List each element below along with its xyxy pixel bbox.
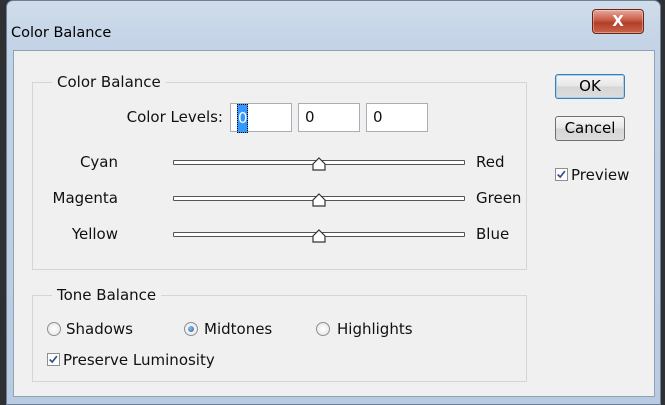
cancel-button[interactable]: Cancel xyxy=(555,116,625,141)
ok-button[interactable]: OK xyxy=(555,74,625,99)
color-level-3-value: 0 xyxy=(373,108,383,126)
cancel-button-label: Cancel xyxy=(564,119,616,137)
preview-label[interactable]: Preview xyxy=(571,166,629,184)
color-levels-label: Color Levels: xyxy=(126,108,223,126)
color-level-2-field[interactable]: 0 xyxy=(298,103,360,132)
preview-checkbox[interactable] xyxy=(555,168,568,181)
magenta-green-slider[interactable] xyxy=(173,189,465,211)
color-balance-group: Color Balance Color Levels: 0 0 0 Cyan R… xyxy=(32,73,527,270)
slider-cyan-label: Cyan xyxy=(79,153,118,171)
slider-magenta-label: Magenta xyxy=(52,189,118,207)
slider-yellow-label: Yellow xyxy=(71,225,118,243)
midtones-radio[interactable] xyxy=(184,322,198,336)
preserve-luminosity-checkbox[interactable] xyxy=(47,353,60,366)
close-icon: X xyxy=(612,12,624,30)
shadows-label[interactable]: Shadows xyxy=(66,320,133,338)
highlights-radio[interactable] xyxy=(316,322,330,336)
midtones-label[interactable]: Midtones xyxy=(204,320,272,338)
window-title: Color Balance xyxy=(11,25,112,41)
color-level-2-value: 0 xyxy=(305,108,315,126)
slider-green-label: Green xyxy=(476,189,522,207)
checkmark-icon xyxy=(49,355,58,364)
slider-blue-label: Blue xyxy=(476,225,510,243)
close-button[interactable]: X xyxy=(592,9,644,34)
color-level-1-value: 0 xyxy=(237,104,248,133)
color-level-1-field[interactable]: 0 xyxy=(230,103,292,133)
tone-balance-group: Tone Balance Shadows Midtones Highlights… xyxy=(32,286,527,382)
title-bar[interactable]: Color Balance X xyxy=(7,1,660,51)
color-level-3-field[interactable]: 0 xyxy=(366,103,428,132)
tone-balance-legend: Tone Balance xyxy=(52,286,162,304)
ok-button-label: OK xyxy=(579,77,601,95)
checkmark-icon xyxy=(557,170,566,179)
preserve-luminosity-label[interactable]: Preserve Luminosity xyxy=(63,351,215,369)
dialog-client-area: Color Balance Color Levels: 0 0 0 Cyan R… xyxy=(13,50,655,397)
shadows-radio[interactable] xyxy=(47,322,61,336)
cyan-red-slider[interactable] xyxy=(173,153,465,175)
color-balance-dialog: Color Balance X Color Balance Color Leve… xyxy=(6,0,661,405)
yellow-blue-thumb[interactable] xyxy=(312,229,326,243)
magenta-green-thumb[interactable] xyxy=(312,193,326,207)
yellow-blue-slider[interactable] xyxy=(173,225,465,247)
highlights-label[interactable]: Highlights xyxy=(337,320,413,338)
cyan-red-thumb[interactable] xyxy=(312,157,326,171)
slider-red-label: Red xyxy=(476,153,505,171)
color-balance-legend: Color Balance xyxy=(52,73,166,91)
